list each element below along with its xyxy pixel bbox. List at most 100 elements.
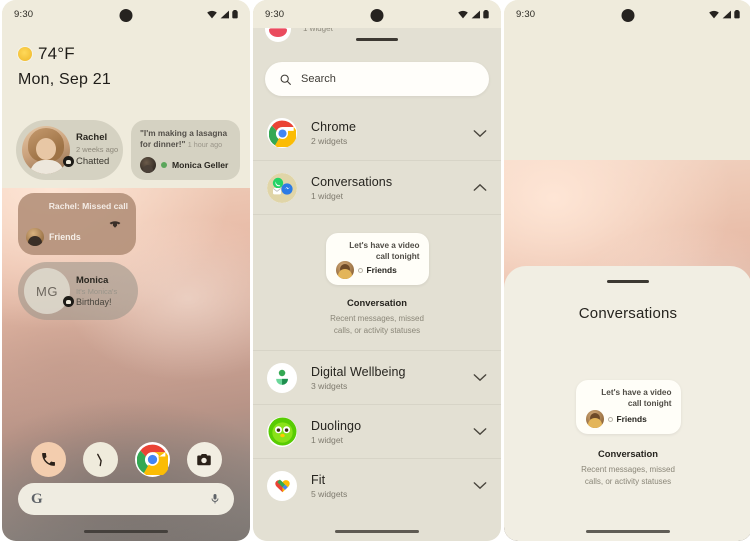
app-text-duolingo: Duolingo 1 widget	[311, 419, 361, 445]
status-bar: 9:30	[2, 0, 250, 28]
app-widget-count: 1 widget	[311, 190, 344, 201]
widget-monica-birthday[interactable]: MG Monica It's Monica's Birthday!	[18, 262, 138, 320]
app-name: Conversations	[311, 174, 393, 189]
widget-monica-geller-message[interactable]: "I'm making a lasagna for dinner!" 1 hou…	[131, 120, 240, 180]
status-time: 9:30	[516, 8, 536, 20]
friends-avatar	[26, 228, 44, 246]
preview-description-line2: calls, or activity statuses	[584, 476, 672, 486]
monica-footer: Monica Geller	[140, 157, 228, 173]
rachel-status: Chatted	[76, 156, 110, 167]
chevron-up-icon[interactable]	[473, 183, 487, 192]
missed-call-label: Friends	[49, 232, 81, 242]
presence-ring-icon	[357, 267, 363, 273]
app-widget-count: 2 widgets	[311, 136, 348, 146]
monica-quote: "I'm making a lasagna for dinner!" 1 hou…	[140, 128, 232, 150]
friends-avatar	[585, 410, 604, 428]
search-input[interactable]: Search	[265, 62, 489, 96]
message-badge-icon	[63, 296, 74, 307]
sun-icon	[18, 47, 32, 61]
presence-ring-icon	[607, 416, 613, 422]
microphone-icon[interactable]	[209, 492, 221, 506]
signal-icon	[220, 10, 229, 18]
sheet-drag-handle[interactable]	[607, 280, 649, 283]
dock	[2, 442, 250, 477]
preview-message-line1: Let's have a video	[601, 388, 672, 397]
three-panel-screenshot: 9:30 74°F Mon, Sep 21 Rachel 2 weeks ago…	[0, 0, 750, 541]
navigation-handle[interactable]	[84, 530, 168, 533]
navigation-handle[interactable]	[586, 530, 670, 533]
dock-item-phone[interactable]	[30, 442, 66, 477]
missed-call-icon	[109, 221, 121, 228]
app-text-digital-wellbeing: Digital Wellbeing 3 widgets	[311, 365, 406, 391]
camera-cutout-icon	[119, 9, 133, 22]
weather-and-date[interactable]: 74°F Mon, Sep 21	[18, 44, 111, 89]
sheet-title: Conversations	[578, 305, 678, 322]
google-fit-icon	[267, 470, 297, 501]
app-row-conversations[interactable]: Conversations 1 widget	[253, 160, 501, 214]
search-icon	[280, 74, 291, 85]
app-row-chrome[interactable]: Chrome 2 widgets	[253, 106, 501, 160]
navigation-handle[interactable]	[335, 530, 419, 533]
preview-title: Conversation	[347, 297, 407, 308]
app-widget-count: 5 widgets	[311, 488, 348, 499]
camera-cutout-icon	[370, 9, 384, 22]
widget-rachel-chatted[interactable]: Rachel 2 weeks ago Chatted	[16, 120, 123, 180]
status-icons	[207, 9, 238, 19]
signal-icon	[471, 10, 480, 18]
monica-geller-name: Monica Geller	[172, 160, 229, 170]
signal-icon	[722, 10, 731, 18]
wifi-icon	[458, 10, 468, 18]
app-name: Digital Wellbeing	[311, 364, 406, 379]
app-text-chrome: Chrome 2 widgets	[311, 120, 356, 146]
google-search-bar[interactable]: G	[18, 483, 234, 515]
app-row-digital-wellbeing[interactable]: Digital Wellbeing 3 widgets	[253, 350, 501, 405]
phone-panel-conversations-sheet: 9:30 Conversations Let's have a video ca…	[504, 0, 750, 541]
digital-wellbeing-icon	[267, 362, 297, 393]
rachel-avatar	[22, 126, 70, 174]
phone-icon	[41, 453, 55, 466]
phone-panel-widget-picker: 1 widget 9:30 Search Chrome 2 widgets Co…	[253, 0, 501, 541]
status-time: 9:30	[265, 8, 285, 20]
camera-icon	[197, 453, 211, 465]
app-row-fit[interactable]: Fit 5 widgets	[253, 458, 501, 513]
dock-item-camera[interactable]	[186, 442, 222, 477]
message-badge-icon	[63, 156, 74, 167]
rachel-name: Rachel	[76, 132, 108, 143]
dock-item-messages[interactable]	[82, 442, 118, 477]
phone-panel-home-screen: 9:30 74°F Mon, Sep 21 Rachel 2 weeks ago…	[2, 0, 250, 541]
temperature-label: 74°F	[38, 44, 75, 63]
battery-icon	[483, 9, 489, 18]
app-row-duolingo[interactable]: Duolingo 1 widget	[253, 404, 501, 459]
preview-description-line1: Recent messages, missed	[330, 314, 424, 323]
conversations-bottom-sheet: Conversations Let's have a video call to…	[504, 266, 750, 541]
preview-message-line2: call tonight	[627, 399, 672, 409]
status-time: 9:30	[14, 8, 34, 20]
weather-row[interactable]: 74°F	[18, 44, 111, 64]
google-g-logo-icon: G	[31, 490, 43, 507]
sheet-drag-handle[interactable]	[356, 38, 398, 41]
conversation-widget-card[interactable]: Let's have a video call tonight Friends	[575, 380, 681, 434]
status-icons	[709, 9, 740, 19]
chevron-down-icon[interactable]	[473, 129, 487, 138]
status-icons	[458, 9, 489, 19]
birthday-name: Monica	[76, 274, 109, 285]
chevron-down-icon[interactable]	[473, 427, 487, 436]
preview-contact-label: Friends	[366, 265, 397, 275]
app-name: Fit	[311, 472, 326, 487]
search-placeholder: Search	[301, 73, 336, 85]
chevron-down-icon[interactable]	[473, 373, 487, 382]
chevron-down-icon[interactable]	[473, 481, 487, 490]
preview-footer: Friends	[585, 410, 647, 428]
preview-description-line2: calls, or activity statuses	[333, 325, 421, 335]
missed-call-title: Rachel: Missed call	[48, 201, 128, 211]
battery-icon	[734, 9, 740, 18]
app-name: Chrome	[311, 120, 357, 134]
dock-item-chrome[interactable]	[134, 442, 170, 477]
messages-icon	[97, 453, 102, 466]
widget-missed-call[interactable]: Rachel: Missed call Friends	[18, 193, 136, 255]
conversation-widget-row: Rachel 2 weeks ago Chatted "I'm making a…	[16, 120, 240, 180]
duolingo-icon	[267, 416, 297, 447]
conversation-widget-card[interactable]: Let's have a video call tonight Friends	[325, 233, 429, 285]
app-widget-count: 1 widget	[311, 434, 344, 445]
app-icon-partial	[265, 28, 291, 42]
